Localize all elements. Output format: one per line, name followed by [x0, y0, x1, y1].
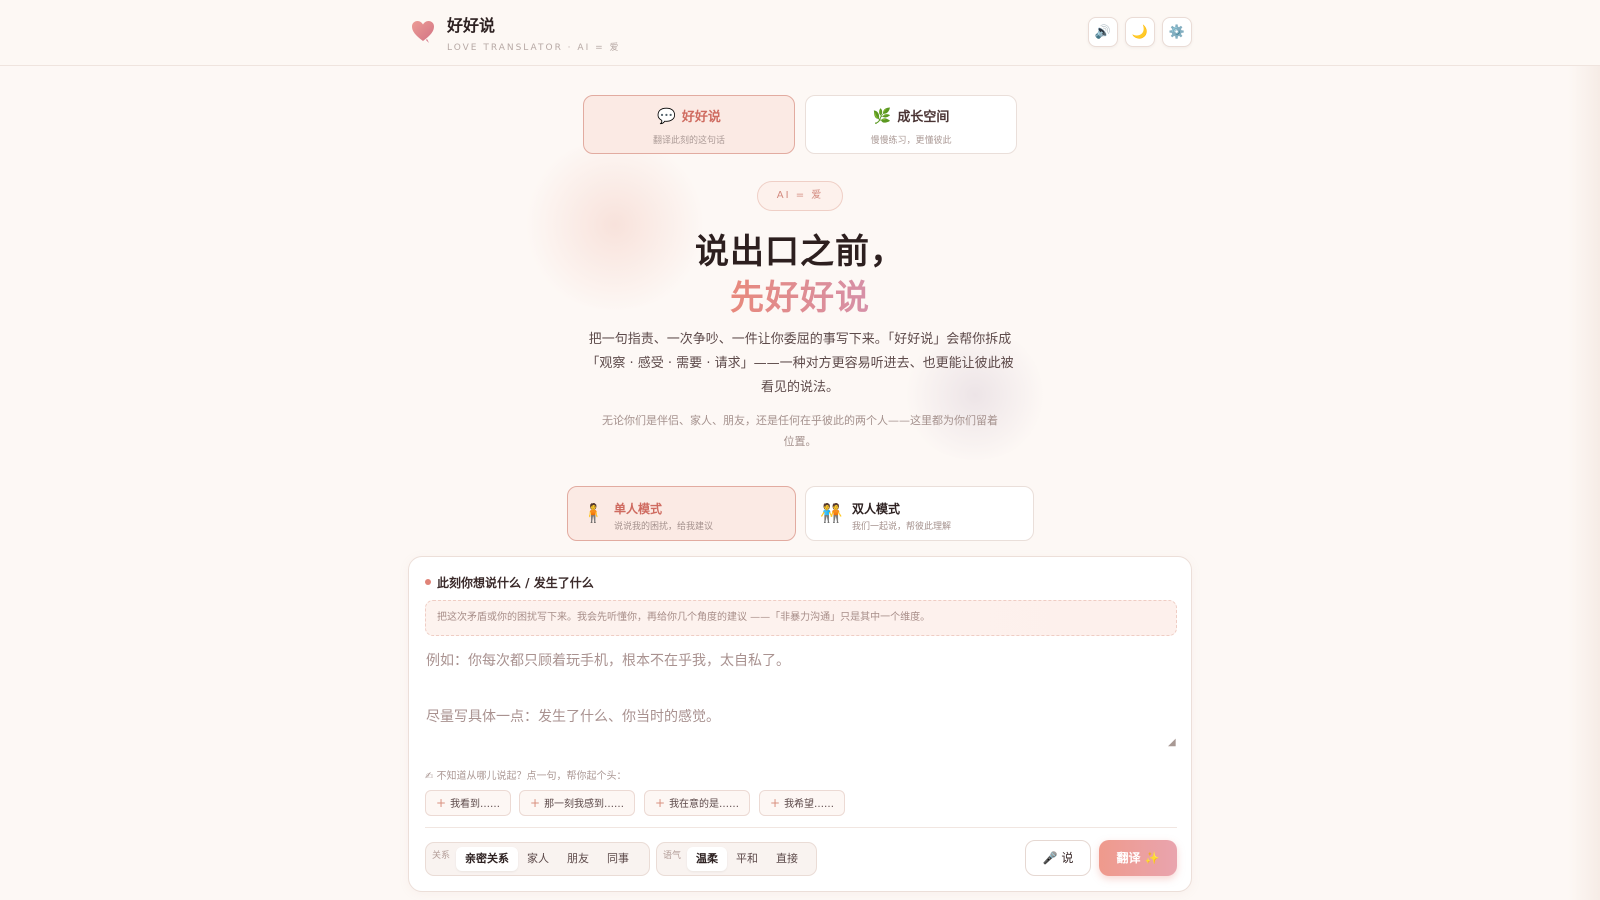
divider: [425, 827, 1177, 828]
hero-title-line1: 说出口之前，: [695, 232, 905, 272]
tone-selector: 语气 温柔 平和 直接: [656, 842, 817, 876]
starter-chip[interactable]: + 我看到……: [425, 790, 512, 816]
gear-icon: ⚙️: [1168, 24, 1186, 40]
tone-option-gentle[interactable]: 温柔: [687, 847, 728, 871]
relation-option-family[interactable]: 家人: [518, 847, 558, 871]
relation-option-intimate[interactable]: 亲密关系: [456, 847, 519, 871]
brand-title: 好好说: [447, 16, 496, 35]
tab-title: 好好说: [681, 110, 721, 125]
message-input[interactable]: [425, 645, 1177, 750]
app-header: 好好说 LOVE TRANSLATOR · AI = 爱 🔊 🌙 ⚙️: [0, 0, 1600, 66]
tab-growth-space[interactable]: 🌿 成长空间 慢慢练习，更懂彼此: [805, 95, 1017, 154]
moon-icon: 🌙: [1131, 24, 1149, 40]
tone-label: 语气: [663, 850, 682, 861]
voice-input-button[interactable]: 🎤 说: [1025, 840, 1091, 876]
sound-toggle-button[interactable]: 🔊: [1088, 17, 1118, 47]
mode-subtitle: 我们一起说，帮彼此理解: [852, 522, 952, 532]
plus-icon: +: [436, 796, 447, 810]
tab-haohaoshuo[interactable]: 💬 好好说 翻译此刻的这句话: [583, 95, 795, 154]
card-title: 此刻你想说什么 / 发生了什么: [437, 576, 594, 590]
relation-label: 关系: [432, 850, 451, 861]
leaf-icon: 🌿: [872, 107, 892, 125]
tab-title: 成长空间: [897, 110, 950, 125]
starter-chip[interactable]: + 我在意的是……: [644, 790, 751, 816]
mode-single[interactable]: 🧍 单人模式 说说我的困扰，给我建议: [567, 486, 796, 541]
tab-subtitle: 翻译此刻的这句话: [652, 136, 725, 146]
starter-chip[interactable]: + 我希望……: [759, 790, 846, 816]
two-people-icon: 🧑‍🤝‍🧑: [820, 503, 843, 524]
input-card: 此刻你想说什么 / 发生了什么 把这次矛盾或你的困扰写下来。我会先听懂你，再给你…: [408, 556, 1192, 892]
hero-description: 把一句指责、一次争吵、一件让你委屈的事写下来。「好好说」会帮你拆成「观察 · 感…: [586, 332, 1014, 395]
ai-badge: AI = 爱: [757, 181, 843, 211]
speaker-icon: 🔊: [1094, 24, 1112, 40]
resize-handle-icon[interactable]: ◢: [1168, 737, 1176, 748]
plus-icon: +: [530, 796, 541, 810]
relation-selector: 关系 亲密关系 家人 朋友 同事: [425, 842, 650, 876]
single-person-icon: 🧍: [582, 503, 605, 524]
title-dot-icon: [425, 579, 431, 585]
hero-description-secondary: 无论你们是伴侣、家人、朋友，还是任何在乎彼此的两个人——这里都为你们留着位置。: [602, 414, 998, 448]
page-edge-shadow: [1568, 0, 1600, 900]
heart-logo-icon: [412, 21, 434, 43]
plus-icon: +: [770, 796, 781, 810]
translate-button[interactable]: 翻译 ✨: [1099, 840, 1177, 876]
brand-subtitle: LOVE TRANSLATOR · AI = 爱: [447, 43, 621, 53]
tab-subtitle: 慢慢练习，更懂彼此: [870, 136, 952, 146]
tone-option-calm[interactable]: 平和: [727, 847, 767, 871]
mode-title: 单人模式: [614, 502, 663, 516]
dark-mode-button[interactable]: 🌙: [1125, 17, 1155, 47]
relation-option-friend[interactable]: 朋友: [558, 847, 598, 871]
settings-button[interactable]: ⚙️: [1162, 17, 1192, 47]
hint-box: 把这次矛盾或你的困扰写下来。我会先听懂你，再给你几个角度的建议 ——「非暴力沟通…: [425, 600, 1177, 636]
mode-subtitle: 说说我的困扰，给我建议: [614, 522, 714, 532]
plus-icon: +: [655, 796, 666, 810]
speech-bubble-icon: 💬: [657, 107, 676, 125]
starter-chip[interactable]: + 那一刻我感到……: [519, 790, 636, 816]
starter-prompt-label: ✍ 不知道从哪儿说起？点一句，帮你起个头：: [425, 771, 627, 782]
relation-option-colleague[interactable]: 同事: [598, 847, 638, 871]
hero-title-line2: 先好好说: [730, 278, 870, 318]
mode-title: 双人模式: [852, 502, 901, 516]
tone-option-direct[interactable]: 直接: [767, 847, 807, 871]
mode-couple[interactable]: 🧑‍🤝‍🧑 双人模式 我们一起说，帮彼此理解: [805, 486, 1034, 541]
